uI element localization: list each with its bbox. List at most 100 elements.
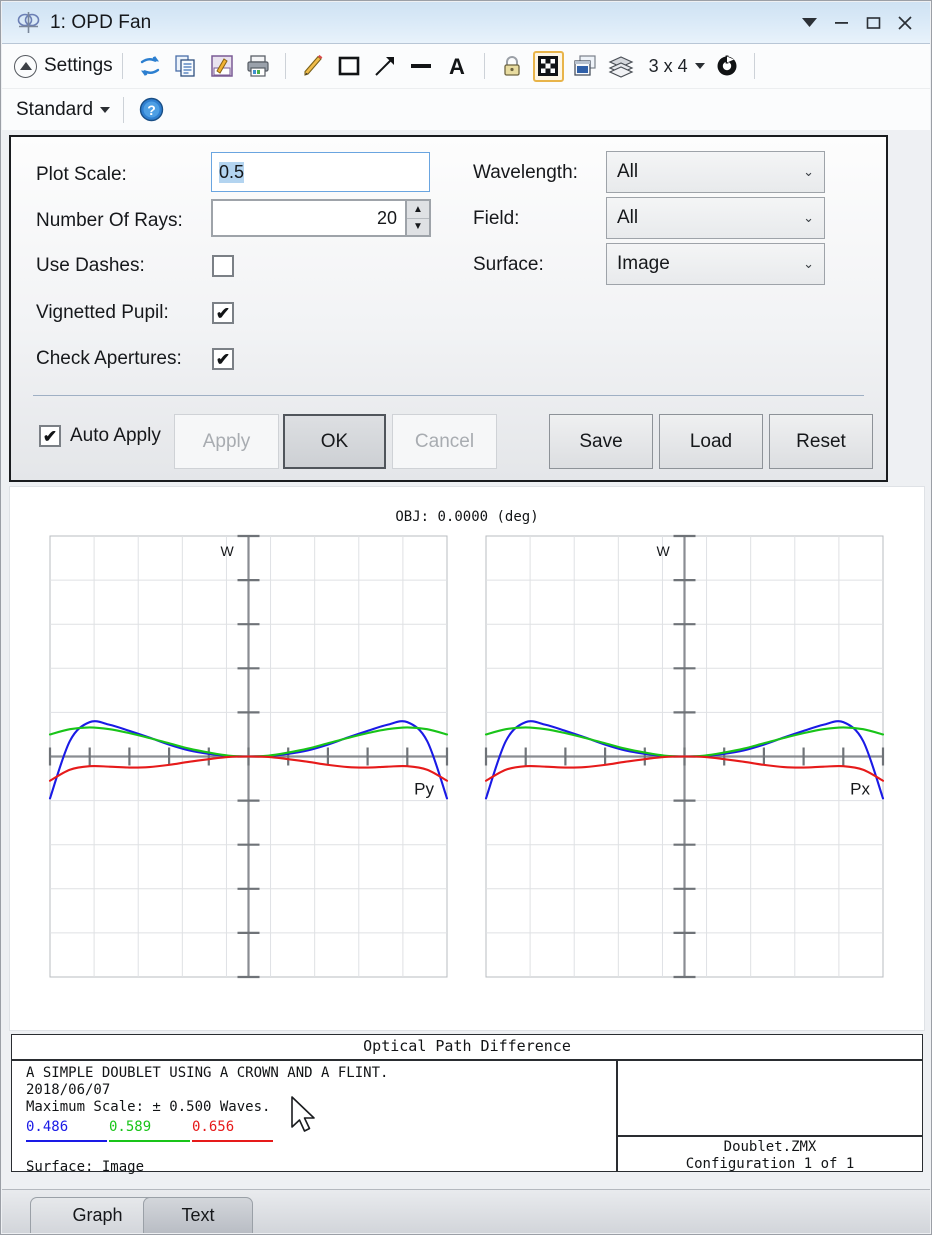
plot-scale-input[interactable]: 0.5 [211,152,430,192]
grid-size-label[interactable]: 3 x 4 [649,56,688,77]
check-apertures-checkbox[interactable]: ✔ [212,348,234,370]
ok-button[interactable]: OK [283,414,386,469]
svg-text:Py: Py [414,780,434,799]
legend-value: 0.589 [109,1119,192,1135]
stepper-down-icon[interactable]: ▼ [407,218,429,236]
surface-value: Image [617,253,670,275]
line-icon[interactable] [406,51,436,81]
settings-actions: ✔ Auto Apply Apply OK Cancel Save Load R… [11,405,886,479]
load-button[interactable]: Load [659,414,763,469]
graph-canvas: OBJ: 0.0000 (deg) WPyWPx [9,486,925,1031]
info-description: A SIMPLE DOUBLET USING A CROWN AND A FLI… [26,1065,388,1081]
chevron-down-icon: ⌄ [803,210,814,226]
legend-color-line [192,1140,273,1142]
chevron-down-icon: ⌄ [803,164,814,180]
arrow-icon[interactable] [370,51,400,81]
info-panel-title: Optical Path Difference [12,1037,922,1059]
legend-item: 0.589 [109,1119,192,1142]
lens-icon [12,11,46,35]
surface-label: Surface: [473,254,544,276]
use-dashes-checkbox[interactable] [212,255,234,277]
toolbar-separator [484,53,485,79]
field-value: All [617,207,638,229]
settings-panel: Plot Scale: 0.5 Number Of Rays: 20 ▲ ▼ U… [9,135,888,482]
vignetted-pupil-label: Vignetted Pupil: [36,302,169,324]
plot-scale-value: 0.5 [219,162,244,183]
window-controls [794,8,930,38]
save-button[interactable]: Save [549,414,653,469]
check-apertures-label: Check Apertures: [36,348,182,370]
copy-icon[interactable] [171,51,201,81]
info-divider-top [12,1059,922,1061]
field-select[interactable]: All ⌄ [606,197,825,239]
standard-label: Standard [16,99,93,121]
legend-color-line [109,1140,190,1142]
chevron-up-icon [14,55,37,78]
legend-item: 0.486 [26,1119,109,1142]
wavelength-select[interactable]: All ⌄ [606,151,825,193]
vignetted-pupil-checkbox[interactable]: ✔ [212,302,234,324]
help-icon[interactable]: ? [136,95,166,125]
reset-view-icon[interactable] [712,51,742,81]
wavelength-value: All [617,161,638,183]
field-label: Field: [473,208,519,230]
info-panel: Optical Path Difference A SIMPLE DOUBLET… [11,1034,923,1172]
number-of-rays-input[interactable]: 20 [211,199,407,237]
auto-apply-label: Auto Apply [70,425,161,447]
settings-divider [33,395,864,396]
standard-preset-dropdown[interactable]: Standard [16,99,114,121]
cancel-button[interactable]: Cancel [392,414,497,469]
print-icon[interactable] [243,51,273,81]
opd-fan-charts: WPyWPx [10,532,926,1032]
info-configuration: Configuration 1 of 1 [616,1156,924,1172]
plot-scale-label: Plot Scale: [36,164,127,186]
auto-apply-toggle[interactable]: ✔ Auto Apply [39,425,161,447]
lock-icon[interactable] [497,51,527,81]
window-title: 1: OPD Fan [50,12,151,34]
toolbar-separator [754,53,755,79]
number-of-rays-value: 20 [377,208,397,229]
tab-text[interactable]: Text [143,1197,253,1233]
titlebar-dropdown-button[interactable] [794,8,824,38]
reset-button[interactable]: Reset [769,414,873,469]
maximize-button[interactable] [858,8,888,38]
clone-window-icon[interactable] [570,51,600,81]
mouse-cursor-icon [290,1095,320,1139]
wavelength-label: Wavelength: [473,162,578,184]
chevron-down-icon: ⌄ [803,256,814,272]
info-date: 2018/06/07 [26,1082,110,1098]
close-button[interactable] [890,8,920,38]
apply-button[interactable]: Apply [174,414,279,469]
pencil-icon[interactable] [298,51,328,81]
fit-window-icon[interactable] [533,51,564,82]
title-bar: 1: OPD Fan [2,2,930,44]
svg-text:?: ? [147,102,156,118]
stepper-up-icon[interactable]: ▲ [407,201,429,218]
info-max-scale: Maximum Scale: ± 0.500 Waves. [26,1099,270,1115]
surface-select[interactable]: Image ⌄ [606,243,825,285]
legend-value: 0.486 [26,1119,109,1135]
chevron-down-icon[interactable] [695,63,705,69]
number-of-rays-stepper[interactable]: ▲ ▼ [405,199,431,237]
auto-apply-checkbox[interactable]: ✔ [39,425,61,447]
refresh-icon[interactable] [135,51,165,81]
view-tabstrip: Graph Text [2,1189,930,1233]
toolbar-separator [122,53,123,79]
svg-text:A: A [449,54,465,78]
minimize-button[interactable] [826,8,856,38]
settings-toggle-button[interactable]: Settings [14,55,113,78]
opd-fan-window: 1: OPD Fan Settings [0,0,932,1235]
save-image-icon[interactable] [207,51,237,81]
layers-icon[interactable] [606,51,636,81]
toolbar-separator [123,97,124,123]
checkmark-icon: ✔ [216,351,230,368]
secondary-toolbar: Standard ? [2,89,930,130]
number-of-rays-label: Number Of Rays: [36,210,183,232]
chevron-down-icon [100,107,110,113]
toolbar-separator [285,53,286,79]
text-icon[interactable]: A [442,51,472,81]
rectangle-icon[interactable] [334,51,364,81]
info-divider-mid [616,1135,922,1137]
checkmark-icon: ✔ [43,428,57,445]
obj-title: OBJ: 0.0000 (deg) [10,509,924,525]
